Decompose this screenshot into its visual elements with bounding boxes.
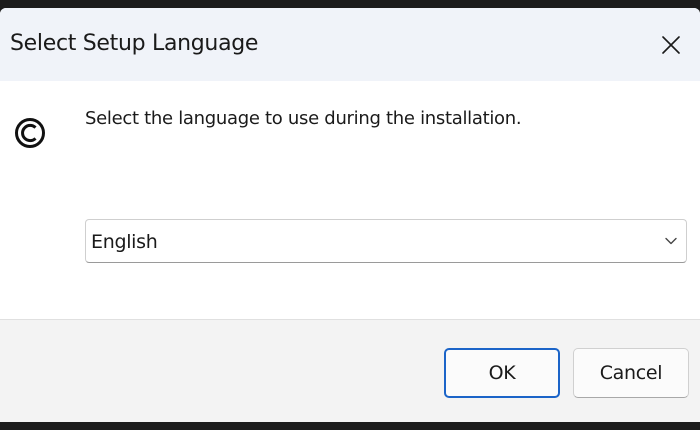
ok-button[interactable]: OK bbox=[444, 348, 560, 398]
dialog-content: Select the language to use during the in… bbox=[0, 81, 700, 319]
button-bar: OK Cancel bbox=[0, 319, 700, 422]
setup-language-dialog: Select Setup Language Select the languag… bbox=[0, 8, 700, 422]
copyright-circle-icon bbox=[15, 118, 45, 148]
instruction-text: Select the language to use during the in… bbox=[85, 108, 522, 129]
chevron-down-icon bbox=[665, 237, 677, 245]
window-title: Select Setup Language bbox=[10, 31, 259, 56]
language-select[interactable]: English bbox=[85, 219, 687, 263]
cancel-button[interactable]: Cancel bbox=[573, 348, 689, 398]
close-icon bbox=[662, 35, 680, 54]
language-select-value: English bbox=[91, 231, 158, 253]
title-bar: Select Setup Language bbox=[0, 8, 700, 81]
close-button[interactable] bbox=[642, 8, 700, 81]
